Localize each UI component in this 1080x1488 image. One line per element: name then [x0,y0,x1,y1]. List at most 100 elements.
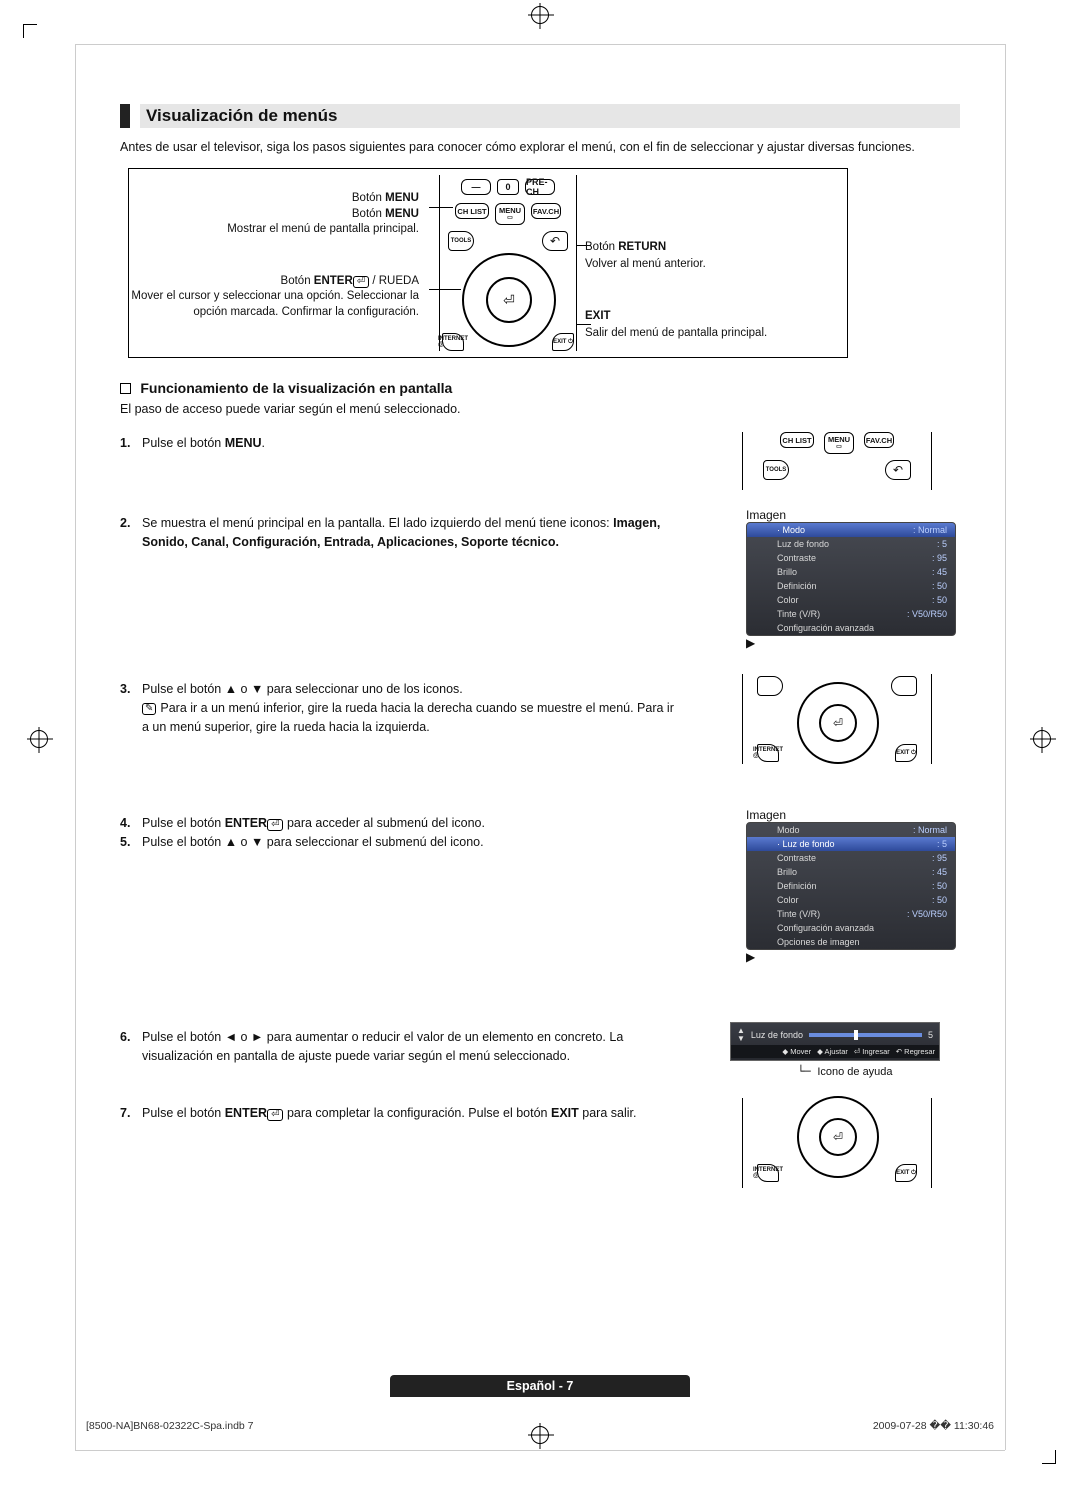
return-key: ↶ [542,231,568,251]
osd-row: · Luz de fondo: 5 [747,837,955,851]
osd-row: Color: 50 [747,893,955,907]
osd-tab: Imagen [746,508,960,522]
step-text: Pulse el botón ▲ o ▼ para seleccionar un… [142,680,680,736]
internet-key: INTERNET @ [442,333,464,351]
enter-key: ⏎ [819,704,857,742]
enter-icon: ⏎ [267,1109,283,1121]
page-footer: Español - 7 [390,1375,690,1397]
osd-row: Definición: 50 [747,579,955,593]
crop-corner-tl [23,24,37,38]
favch-key: FAV.CH [864,432,894,448]
chlist-key: CH LIST [455,203,489,219]
step-num: 5. [120,833,142,852]
step-6: 6. Pulse el botón ◄ o ► para aumentar o … [120,1022,960,1078]
help-caption: └─ Icono de ayuda [730,1065,960,1078]
zero-key: 0 [497,179,519,195]
section-heading: Visualización de menús [120,104,960,128]
slider-bar [809,1033,922,1037]
remote-snippet-menu: CH LIST MENU▭ FAV.CH TOOLS ↶ [742,432,932,490]
register-mark-bottom [531,1426,549,1444]
osd-row: Brillo: 45 [747,865,955,879]
step-num: 7. [120,1104,142,1123]
step-num: 4. [120,814,142,833]
help-bar: ◆ Mover ◆ Ajustar ⏎ Ingresar ↶ Regresar [731,1045,939,1058]
menu-key: MENU▭ [495,203,525,225]
crop-line [75,44,1005,45]
exit-key: EXIT ⏻ [552,333,574,351]
register-mark-left [30,730,48,748]
return-key [891,676,917,696]
diagram-right-labels: Botón RETURN Volver al menú anterior. EX… [585,239,835,342]
step-num: 3. [120,680,142,736]
nav-wheel: ⏎ [797,1096,879,1178]
updown-icon: ▲▼ [737,1027,745,1043]
subsection: Funcionamiento de la visualización en pa… [120,380,960,416]
diagram-left-labels: Botón MENU Botón MENU Mostrar el menú de… [129,169,429,357]
enter-icon: ⏎ [353,276,369,288]
enter-icon: ⏎ [267,819,283,831]
step-7: 7. Pulse el botón ENTER⏎ para completar … [120,1098,960,1188]
step-text: Pulse el botón ▲ o ▼ para seleccionar el… [142,833,680,852]
internet-key: INTERNET @ [757,744,779,762]
osd-row: Brillo: 45 [747,565,955,579]
favch-key: FAV.CH [531,203,561,219]
osd-row: Color: 50 [747,593,955,607]
register-mark-top [531,6,549,24]
enter-label-desc: Mover el cursor y seleccionar una opción… [131,290,419,318]
return-key: ↶ [885,460,911,480]
print-filename: [8500-NA]BN68-02322C-Spa.indb 7 [86,1420,254,1432]
step-text: Pulse el botón ◄ o ► para aumentar o red… [142,1028,680,1066]
crop-line [1005,44,1006,1450]
chlist-key: CH LIST [780,432,814,448]
nav-wheel: ⏎ [797,682,879,764]
exit-label-desc: Salir del menú de pantalla principal. [585,327,767,339]
exit-key: EXIT ⏻ [895,744,917,762]
osd-row: Tinte (V/R): V50/R50 [747,907,955,921]
print-timestamp: 2009-07-28 �� 11:30:46 [873,1420,994,1432]
menu-key: MENU▭ [824,432,854,454]
step-text: Pulse el botón ENTER⏎ para acceder al su… [142,814,680,833]
remote-diagram: Botón MENU Botón MENU Mostrar el menú de… [128,168,848,358]
exit-label-title: EXIT [585,310,611,322]
step-text: Pulse el botón MENU. [142,434,680,453]
step-text: Pulse el botón ENTER⏎ para completar la … [142,1104,680,1123]
minus-key: — [461,179,491,195]
osd-menu-1: Imagen · Modo: NormalLuz de fondo: 5Cont… [746,508,960,650]
register-mark-right [1033,730,1051,748]
step-text: Se muestra el menú principal en la panta… [142,514,680,552]
osd-row: Tinte (V/R): V50/R50 [747,607,955,621]
step-num: 2. [120,514,142,552]
remote-illustration: — 0 PRE-CH CH LIST MENU▭ FAV.CH TOOLS ↶ … [439,175,577,351]
menu-label-desc: Mostrar el menú de pantalla principal. [227,223,419,235]
internet-key: INTERNET @ [757,1164,779,1182]
osd-row: · Modo: Normal [747,523,955,537]
osd-row: Modo: Normal [747,823,955,837]
osd-row: Configuración avanzada [747,621,955,635]
crop-corner-br [1042,1450,1056,1464]
step-num: 1. [120,434,142,453]
intro-text: Antes de usar el televisor, siga los pas… [120,138,960,156]
tools-key: TOOLS [763,460,789,480]
page: Visualización de menús Antes de usar el … [0,0,1080,1488]
osd-row: Contraste: 95 [747,551,955,565]
osd-row: Contraste: 95 [747,851,955,865]
note-icon: ✎ [142,703,156,715]
slider-value: 5 [928,1030,933,1040]
subsection-title: Funcionamiento de la visualización en pa… [140,380,452,396]
crop-line [75,1450,1005,1451]
heading-accent [120,104,130,128]
osd-row: Definición: 50 [747,879,955,893]
remote-snippet-wheel: ⏎ INTERNET @ EXIT ⏻ [742,674,932,764]
slider-label: Luz de fondo [751,1030,803,1040]
content-area: Visualización de menús Antes de usar el … [120,104,960,1188]
subsection-desc: El paso de acceso puede variar según el … [120,402,960,416]
prech-key: PRE-CH [525,179,555,195]
return-label-desc: Volver al menú anterior. [585,258,706,270]
enter-key: ⏎ [819,1118,857,1156]
bullet-square-icon [120,383,131,394]
crop-line [75,44,76,1450]
osd-row: Luz de fondo: 5 [747,537,955,551]
chevron-right-icon: ▶ [746,636,960,650]
step-2: 2. Se muestra el menú principal en la pa… [120,508,960,650]
osd-slider: ▲▼ Luz de fondo 5 ◆ Mover ◆ Ajustar ⏎ In… [730,1022,940,1061]
